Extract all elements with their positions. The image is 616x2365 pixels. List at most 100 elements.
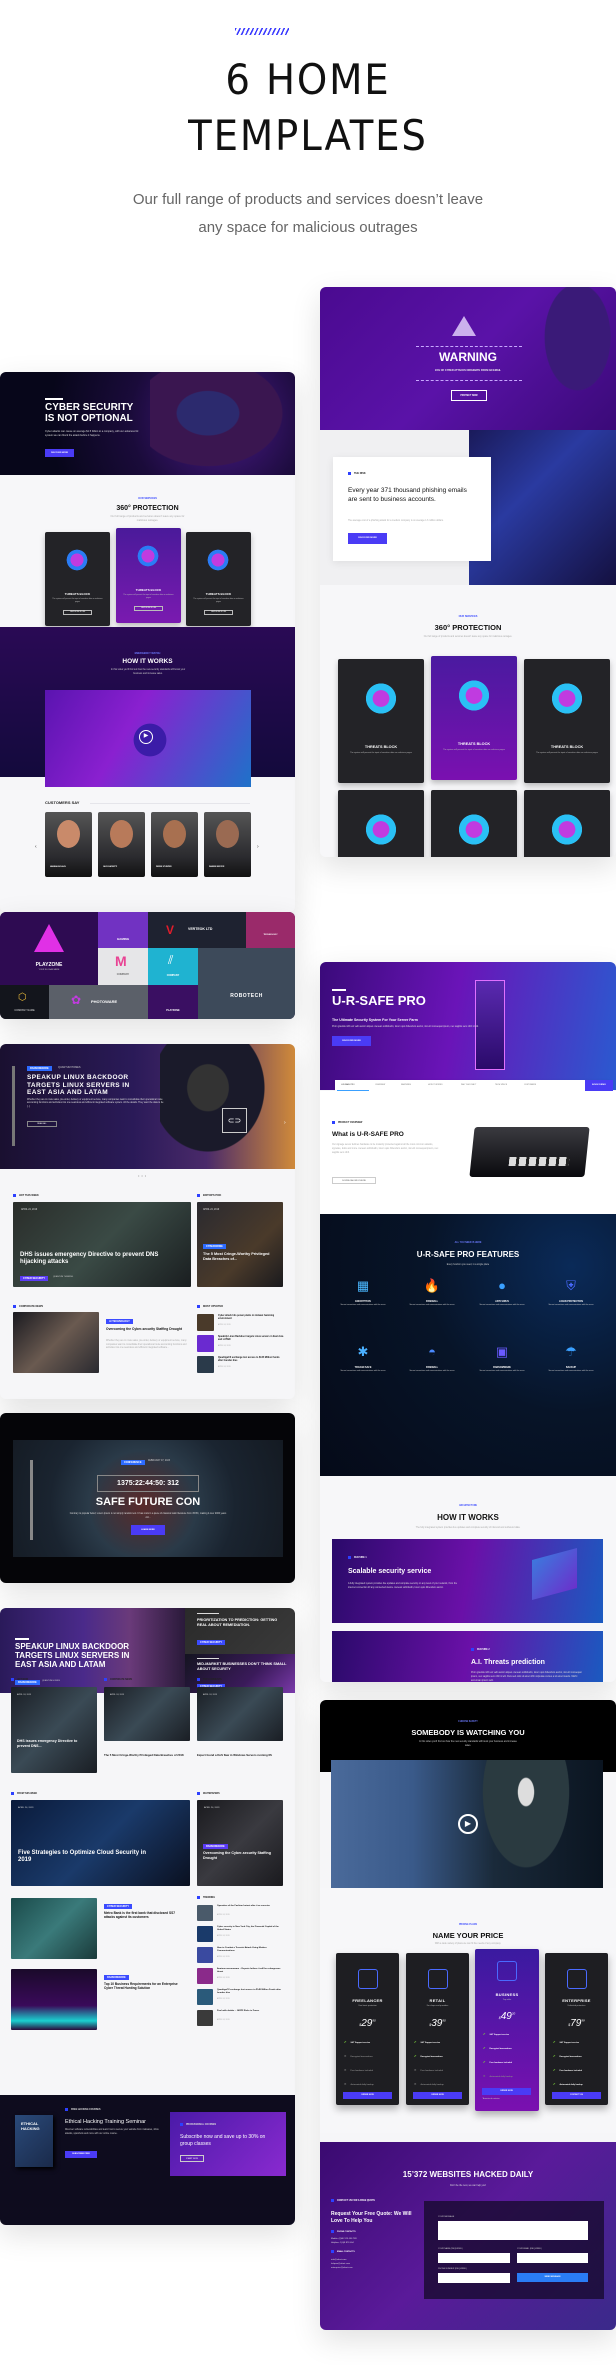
upvoted-title[interactable]: QuadrigaCX exchange lost access to $145 …	[218, 1357, 284, 1364]
customer-card[interactable]: DAMIEN MENTOR	[204, 812, 251, 877]
tag-ransomware[interactable]: RANSOMWARE	[27, 1066, 52, 1071]
message-textarea[interactable]	[438, 2221, 588, 2240]
upvoted-thumb[interactable]	[197, 1356, 214, 1373]
article-card[interactable]: APRIL 24, 2019	[104, 1687, 190, 1741]
article-card[interactable]: APRIL 24, 2019	[11, 1687, 97, 1773]
customer-card[interactable]: JACK BAYSETTI	[98, 812, 145, 877]
template-preview-pricing[interactable]: CHOOSE SAFETY SOMEBODY IS WATCHING YOU I…	[320, 1700, 616, 2330]
trending-title[interactable]: QuadrigaCX exchange lost access to $145 …	[217, 1989, 285, 1995]
template-preview-news[interactable]: RANSOMWARE QUANTUM HOMES SPEAKUP LINUX B…	[0, 1044, 295, 1399]
customer-card[interactable]: HANNAH BOLACH	[45, 812, 92, 877]
template-preview-event[interactable]: CONFERENCE FEBRUARY 07, 2023 1375:22:44:…	[0, 1413, 295, 1583]
template-preview-cyber-security[interactable]: CYBER SECURITY IS NOT OPTIONAL Cyber atta…	[0, 372, 295, 912]
service-card[interactable]: THREATS BLOCKThe system will prevent the…	[186, 532, 251, 626]
service-card[interactable]: THREATS BLOCKThe system will prevent the…	[338, 659, 424, 783]
tag-quantum[interactable]: QUANTUM HOMES	[58, 1066, 81, 1069]
template-preview-logos[interactable]: PLAYZONE YOUR SLOGAN HERE GAMING V VERTEO…	[0, 912, 295, 1019]
send-message-button[interactable]: SEND MESSAGE	[517, 2273, 588, 2282]
discover-more-button[interactable]: DISCOVER MORE	[332, 1036, 371, 1046]
prev-arrow-icon[interactable]: ‹	[35, 844, 37, 850]
video-panel[interactable]: ▶	[45, 690, 251, 787]
template-preview-product[interactable]: U-R-SAFE PRO The Ultimate Security Syste…	[320, 962, 616, 1682]
corporate-article-image[interactable]	[13, 1312, 99, 1373]
order-button[interactable]: ORDER NOW	[343, 2092, 392, 2099]
read-all-button[interactable]: READ ALL	[27, 1121, 57, 1127]
pricing-card[interactable]: BUSINESS Top seller $4920 ✔ 24/7 Support ser…	[475, 1949, 539, 2111]
phone-input[interactable]	[438, 2273, 510, 2283]
next-arrow-icon[interactable]: ›	[257, 844, 259, 850]
nav-item[interactable]: TECH SPECS	[495, 1084, 507, 1086]
week-feature-card[interactable]: APRIL 24, 2019 Five Strategies to Optimi…	[11, 1800, 190, 1886]
trending-title[interactable]: How to Combat a Terrorist Attack Using M…	[217, 1947, 285, 1953]
service-card[interactable]: THREATS BLOCKThe system will prevent the…	[45, 532, 110, 626]
customer-card[interactable]: DEREK STUMPER	[151, 812, 198, 877]
side-story-1[interactable]: PRIORITIZATION TO PREDICTION: GETTING RE…	[185, 1608, 295, 1654]
news-hero-title[interactable]: SPEAKUP LINUX BACKDOOR TARGETS LINUX SERV…	[27, 1074, 130, 1097]
pricing-card[interactable]: ENTERPRISE Unlimited protection $7999 ✔ 24/7…	[545, 1953, 608, 2105]
download-brochure-button[interactable]: DOWNLOAD BROCHURE	[332, 1177, 376, 1184]
discover-more-button[interactable]: DISCOVER MORE	[45, 449, 74, 457]
service-card[interactable]: THREATS BLOCKThe system will prevent the…	[431, 790, 517, 857]
order-button[interactable]: ORDER NOW	[482, 2088, 531, 2095]
trending-title[interactable]: Operation of the Fashion botnet after it…	[217, 1905, 285, 1908]
whitepaper-card[interactable]: APRIL 24, 2019 RANSOMWARE Overcoming the…	[197, 1800, 283, 1886]
email-input[interactable]	[517, 2253, 588, 2263]
service-card[interactable]: THREATS BLOCKThe system will prevent the…	[431, 656, 517, 780]
check-icon: ✔	[414, 2040, 417, 2044]
trending-title[interactable]: Anatova ransomware – Experts believe it …	[217, 1968, 285, 1974]
view-more-button[interactable]: VIEW MORE IN LINE	[134, 606, 163, 611]
nav-item[interactable]: WHY CHOOSE IT	[461, 1084, 476, 1086]
protect-now-button[interactable]: PROTECT NOW	[451, 390, 487, 401]
upvoted-title[interactable]: SpeakUp Linux Backdoor targets Linux ser…	[218, 1336, 284, 1343]
article-card[interactable]: APRIL 24, 2019	[197, 1687, 283, 1741]
slider-dots[interactable]: •••	[138, 1173, 148, 1178]
hot-article-title[interactable]: DHS issues emergency Directive to preven…	[20, 1252, 160, 1266]
hero-accent-line	[45, 398, 63, 400]
drone-article-image[interactable]	[11, 1898, 97, 1959]
slider-next-icon[interactable]: ›	[284, 1120, 286, 1126]
trending-thumb[interactable]	[197, 1989, 213, 2005]
service-card[interactable]: ENCRYPTED EMAILSThe system will prevent …	[524, 790, 610, 857]
play-icon[interactable]: ▶	[139, 730, 153, 744]
start-now-button[interactable]: START NOW	[180, 2155, 204, 2162]
template-preview-magazine[interactable]: SPEAKUP LINUX BACKDOOR TARGETS LINUX SERV…	[0, 1608, 295, 2225]
link-icon[interactable]: ⊂⊃	[222, 1108, 247, 1133]
service-card[interactable]: THREATS BLOCKThe system will prevent the…	[116, 528, 181, 623]
book-demo-button[interactable]: BOOK DEMO	[585, 1080, 613, 1091]
trending-thumb[interactable]	[197, 1905, 213, 1921]
subscribe-free-button[interactable]: SUBSCRIBE FREE	[65, 2151, 97, 2158]
pricing-card[interactable]: FREELANCER Your basic protection $2990 ✔ 24/…	[336, 1953, 399, 2105]
order-button[interactable]: CONTACT US	[552, 2092, 601, 2099]
nav-item[interactable]: U-R-SAFE PRO	[341, 1084, 355, 1086]
hot-article-card[interactable]: APRIL 24, 2019 DHS issues emergency Dire…	[13, 1202, 191, 1287]
nav-item[interactable]: CUSTOMERS	[524, 1084, 536, 1086]
nav-item[interactable]: FEATURES	[401, 1084, 411, 1086]
view-more-button[interactable]: VIEW MORE IN LINE	[63, 610, 92, 615]
trending-thumb[interactable]	[197, 1926, 213, 1942]
antivirus-icon: ●	[498, 1278, 506, 1293]
trending-thumb[interactable]	[197, 1968, 213, 1984]
nav-item[interactable]: HOW IT WORKS	[428, 1084, 442, 1086]
hooded-hacker-video[interactable]: ▶	[331, 1760, 603, 1888]
magazine-hero-title[interactable]: SPEAKUP LINUX BACKDOOR TARGETS LINUX SERV…	[15, 1642, 129, 1669]
trending-title[interactable]: Pool with slaider – GDPR Risks in Focus	[217, 2010, 285, 2013]
service-card[interactable]: BIOMETRIC ACCESSThe system will prevent …	[338, 790, 424, 857]
order-button[interactable]: ORDER NOW	[413, 2092, 462, 2099]
upvoted-thumb[interactable]	[197, 1314, 214, 1331]
service-card[interactable]: THREATS BLOCKThe system will prevent the…	[524, 659, 610, 783]
template-preview-warning[interactable]: WARNING 91% OF CYBER ATTACKS ORIGINATE F…	[320, 287, 616, 857]
upvoted-thumb[interactable]	[197, 1335, 214, 1352]
nav-item[interactable]: OVERVIEW	[375, 1084, 385, 1086]
discover-more-button[interactable]: DISCOVER MORE	[348, 533, 387, 544]
trending-thumb[interactable]	[197, 1947, 213, 1963]
name-input[interactable]	[438, 2253, 510, 2263]
trending-title[interactable]: Cyber security in New York City, the Fin…	[217, 1926, 285, 1932]
learn-more-button[interactable]: LEARN MORE	[131, 1525, 165, 1535]
editor-pick-card[interactable]: APRIL 24, 2019 CYBERCRIME The 5 Most Cri…	[197, 1202, 283, 1287]
neon-article-image[interactable]	[11, 1969, 97, 2030]
view-more-button[interactable]: VIEW MORE IN LINE	[204, 610, 233, 615]
trending-thumb[interactable]	[197, 2010, 213, 2026]
play-icon[interactable]: ▶	[458, 1814, 478, 1834]
pricing-card[interactable]: RETAIL For shops and providers $3990 ✔ 24/7 …	[406, 1953, 469, 2105]
upvoted-title[interactable]: Cyber attack hits power plants in mideas…	[218, 1315, 284, 1322]
